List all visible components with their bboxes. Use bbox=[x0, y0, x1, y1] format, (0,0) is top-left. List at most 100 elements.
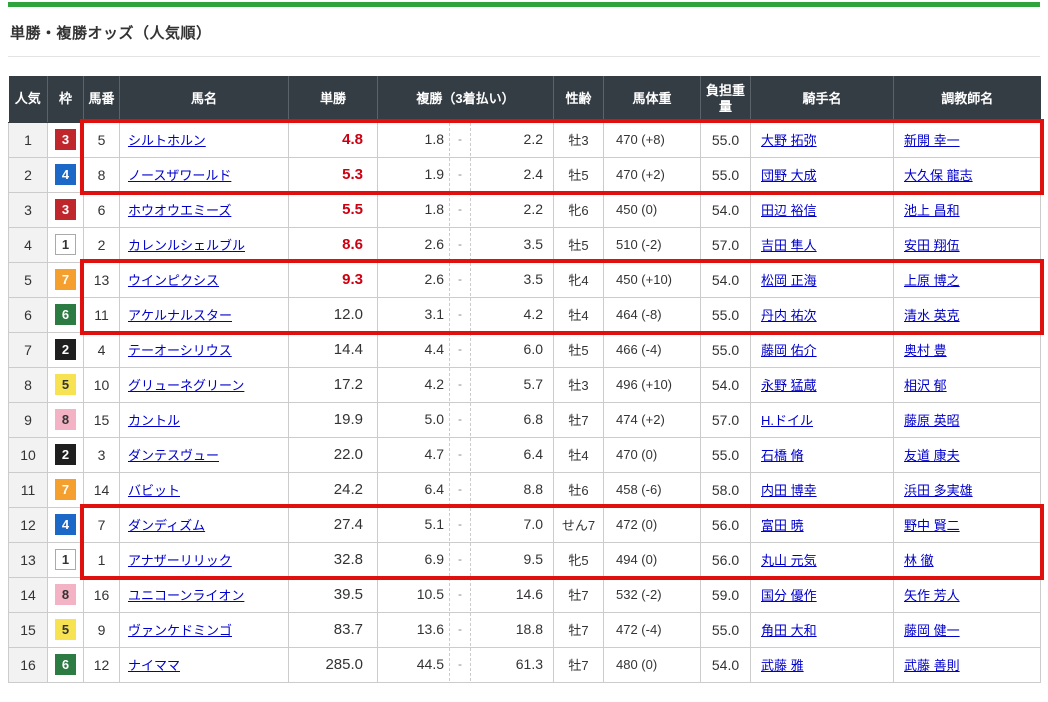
horse-name-link[interactable]: カレンルシェルブル bbox=[128, 238, 245, 253]
jockey-cell: 松岡 正海 bbox=[751, 262, 894, 297]
rank-cell: 14 bbox=[9, 577, 48, 612]
horse-weight-cell: 450 (0) bbox=[604, 192, 701, 227]
horse-name-link[interactable]: シルトホルン bbox=[128, 133, 206, 148]
trainer-link[interactable]: 大久保 龍志 bbox=[904, 168, 973, 183]
jockey-link[interactable]: 国分 優作 bbox=[761, 588, 817, 603]
jockey-link[interactable]: 丸山 元気 bbox=[761, 553, 817, 568]
trainer-link[interactable]: 藤原 英昭 bbox=[904, 413, 960, 428]
sex-age-cell: 牡3 bbox=[554, 367, 604, 402]
jockey-link[interactable]: 内田 博幸 bbox=[761, 483, 817, 498]
place-odds-dash: - bbox=[449, 473, 471, 506]
horse-number-cell: 6 bbox=[84, 192, 120, 227]
horse-name-link[interactable]: ノースザワールド bbox=[128, 168, 231, 183]
frame-number-badge: 4 bbox=[55, 514, 76, 535]
jockey-link[interactable]: 大野 拓弥 bbox=[761, 133, 817, 148]
win-odds-cell: 4.8 bbox=[289, 122, 378, 157]
horse-name-cell: バビット bbox=[120, 472, 289, 507]
trainer-link[interactable]: 上原 博之 bbox=[904, 273, 960, 288]
table-row: 1023ダンテスヴュー22.04.7-6.4牡4470 (0)55.0石橋 脩友… bbox=[9, 437, 1041, 472]
horse-name-link[interactable]: アナザーリリック bbox=[128, 553, 232, 568]
jockey-link[interactable]: 吉田 隼人 bbox=[761, 238, 817, 253]
place-odds-range: 4.7-6.4 bbox=[378, 438, 553, 471]
trainer-link[interactable]: 友道 康夫 bbox=[904, 448, 960, 463]
col-header-sex_age: 性齢 bbox=[554, 76, 604, 122]
horse-weight-cell: 510 (-2) bbox=[604, 227, 701, 262]
trainer-link[interactable]: 矢作 芳人 bbox=[904, 588, 960, 603]
place-odds-max: 4.2 bbox=[471, 298, 553, 331]
trainer-link[interactable]: 野中 賢二 bbox=[904, 518, 960, 533]
jockey-link[interactable]: H.ドイル bbox=[761, 413, 813, 428]
horse-name-link[interactable]: バビット bbox=[128, 483, 180, 498]
table-row: 16612ナイママ285.044.5-61.3牡7480 (0)54.0武藤 雅… bbox=[9, 647, 1041, 682]
trainer-link[interactable]: 相沢 郁 bbox=[904, 378, 947, 393]
win-odds-cell: 32.8 bbox=[289, 542, 378, 577]
horse-weight-cell: 480 (0) bbox=[604, 647, 701, 682]
horse-name-link[interactable]: ヴァンケドミンゴ bbox=[128, 623, 232, 638]
table-row: 11714バビット24.26.4-8.8牡6458 (-6)58.0内田 博幸浜… bbox=[9, 472, 1041, 507]
table-row: 1247ダンディズム27.45.1-7.0せん7472 (0)56.0富田 暁野… bbox=[9, 507, 1041, 542]
horse-weight-cell: 450 (+10) bbox=[604, 262, 701, 297]
jockey-link[interactable]: 永野 猛蔵 bbox=[761, 378, 817, 393]
trainer-cell: 安田 翔伍 bbox=[894, 227, 1041, 262]
rank-cell: 8 bbox=[9, 367, 48, 402]
horse-name-link[interactable]: アケルナルスター bbox=[128, 308, 232, 323]
place-odds-cell: 10.5-14.6 bbox=[378, 577, 554, 612]
trainer-link[interactable]: 林 徹 bbox=[904, 553, 934, 568]
horse-name-link[interactable]: グリューネグリーン bbox=[128, 378, 244, 393]
horse-name-link[interactable]: ウインピクシス bbox=[128, 273, 219, 288]
horse-name-link[interactable]: ナイママ bbox=[128, 658, 180, 673]
horse-name-link[interactable]: テーオーシリウス bbox=[128, 343, 232, 358]
table-row: 248ノースザワールド5.31.9-2.4牡5470 (+2)55.0団野 大成… bbox=[9, 157, 1041, 192]
trainer-link[interactable]: 奥村 豊 bbox=[904, 343, 947, 358]
place-odds-max: 2.2 bbox=[471, 123, 553, 156]
table-row: 14816ユニコーンライオン39.510.5-14.6牡7532 (-2)59.… bbox=[9, 577, 1041, 612]
load-weight-cell: 59.0 bbox=[701, 577, 751, 612]
jockey-link[interactable]: 田辺 裕信 bbox=[761, 203, 817, 218]
place-odds-dash: - bbox=[449, 508, 471, 541]
jockey-link[interactable]: 松岡 正海 bbox=[761, 273, 817, 288]
jockey-link[interactable]: 石橋 脩 bbox=[761, 448, 804, 463]
horse-weight-cell: 470 (+8) bbox=[604, 122, 701, 157]
horse-weight-cell: 472 (-4) bbox=[604, 612, 701, 647]
jockey-link[interactable]: 藤岡 佑介 bbox=[761, 343, 817, 358]
horse-name-link[interactable]: ダンディズム bbox=[128, 518, 205, 533]
horse-name-cell: ナイママ bbox=[120, 647, 289, 682]
win-odds-cell: 17.2 bbox=[289, 367, 378, 402]
col-header-trainer: 調教師名 bbox=[894, 76, 1041, 122]
trainer-link[interactable]: 新開 幸一 bbox=[904, 133, 960, 148]
horse-name-link[interactable]: ダンテスヴュー bbox=[128, 448, 219, 463]
trainer-link[interactable]: 武藤 善則 bbox=[904, 658, 960, 673]
horse-number-cell: 14 bbox=[84, 472, 120, 507]
place-odds-max: 9.5 bbox=[471, 543, 553, 576]
trainer-link[interactable]: 安田 翔伍 bbox=[904, 238, 960, 253]
place-odds-range: 6.9-9.5 bbox=[378, 543, 553, 576]
horse-name-link[interactable]: ホウオウエミーズ bbox=[128, 203, 231, 218]
trainer-link[interactable]: 池上 昌和 bbox=[904, 203, 960, 218]
place-odds-range: 13.6-18.8 bbox=[378, 613, 553, 646]
frame-number-badge: 3 bbox=[55, 129, 76, 150]
horse-name-link[interactable]: カントル bbox=[128, 413, 180, 428]
horse-name-link[interactable]: ユニコーンライオン bbox=[128, 588, 244, 603]
jockey-link[interactable]: 武藤 雅 bbox=[761, 658, 804, 673]
trainer-link[interactable]: 藤岡 健一 bbox=[904, 623, 960, 638]
jockey-cell: 石橋 脩 bbox=[751, 437, 894, 472]
win-odds-cell: 83.7 bbox=[289, 612, 378, 647]
trainer-link[interactable]: 清水 英克 bbox=[904, 308, 960, 323]
place-odds-cell: 4.7-6.4 bbox=[378, 437, 554, 472]
jockey-link[interactable]: 富田 暁 bbox=[761, 518, 804, 533]
table-row: 1559ヴァンケドミンゴ83.713.6-18.8牡7472 (-4)55.0角… bbox=[9, 612, 1041, 647]
place-odds-dash: - bbox=[449, 263, 471, 296]
jockey-link[interactable]: 団野 大成 bbox=[761, 168, 817, 183]
trainer-link[interactable]: 浜田 多実雄 bbox=[904, 483, 973, 498]
jockey-link[interactable]: 丹内 祐次 bbox=[761, 308, 817, 323]
sex-age-cell: 牡7 bbox=[554, 577, 604, 612]
place-odds-cell: 1.9-2.4 bbox=[378, 157, 554, 192]
place-odds-dash: - bbox=[449, 578, 471, 611]
sex-age-cell: 牡4 bbox=[554, 297, 604, 332]
table-row: 8510グリューネグリーン17.24.2-5.7牡3496 (+10)54.0永… bbox=[9, 367, 1041, 402]
frame-number-badge: 6 bbox=[55, 654, 76, 675]
jockey-link[interactable]: 角田 大和 bbox=[761, 623, 817, 638]
horse-weight-cell: 464 (-8) bbox=[604, 297, 701, 332]
col-header-place_odds: 複勝（3着払い） bbox=[378, 76, 554, 122]
frame-number-badge: 8 bbox=[55, 584, 76, 605]
